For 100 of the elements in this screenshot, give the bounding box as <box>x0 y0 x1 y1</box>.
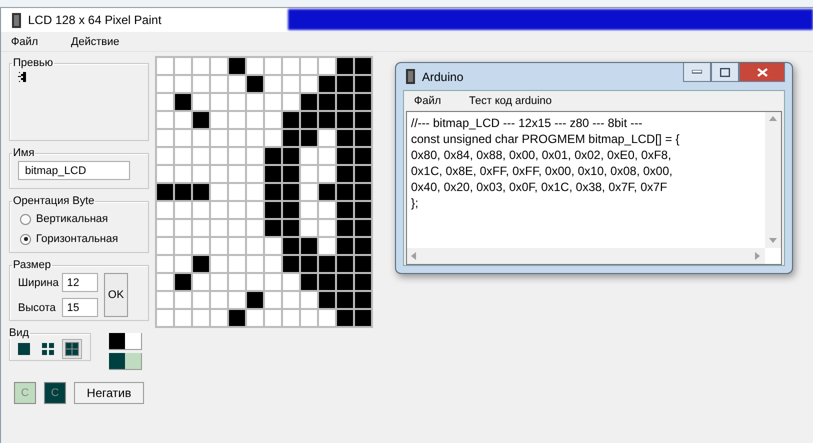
pixel-cell[interactable] <box>174 273 192 291</box>
pixel-cell[interactable] <box>228 237 246 255</box>
pixel-cell[interactable] <box>174 57 192 75</box>
pixel-cell[interactable] <box>282 309 300 327</box>
pixel-cell[interactable] <box>174 201 192 219</box>
pixel-cell[interactable] <box>264 183 282 201</box>
pixel-cell[interactable] <box>192 93 210 111</box>
pixel-cell[interactable] <box>192 237 210 255</box>
pixel-cell[interactable] <box>228 75 246 93</box>
pixel-cell[interactable] <box>174 219 192 237</box>
pixel-cell[interactable] <box>210 309 228 327</box>
pixel-cell[interactable] <box>174 255 192 273</box>
pixel-cell[interactable] <box>282 273 300 291</box>
pixel-cell[interactable] <box>156 255 174 273</box>
pixel-cell[interactable] <box>264 309 282 327</box>
pixel-cell[interactable] <box>282 57 300 75</box>
pixel-cell[interactable] <box>246 291 264 309</box>
pixel-cell[interactable] <box>246 201 264 219</box>
pixel-cell[interactable] <box>156 93 174 111</box>
pixel-cell[interactable] <box>300 147 318 165</box>
pixel-cell[interactable] <box>300 165 318 183</box>
pixel-cell[interactable] <box>300 75 318 93</box>
pixel-cell[interactable] <box>282 165 300 183</box>
pixel-cell[interactable] <box>156 291 174 309</box>
pixel-cell[interactable] <box>264 165 282 183</box>
pixel-cell[interactable] <box>282 93 300 111</box>
pixel-cell[interactable] <box>174 129 192 147</box>
pixel-cell[interactable] <box>318 273 336 291</box>
pixel-cell[interactable] <box>354 111 372 129</box>
pixel-cell[interactable] <box>246 93 264 111</box>
pixel-cell[interactable] <box>156 165 174 183</box>
pixel-cell[interactable] <box>156 237 174 255</box>
pixel-cell[interactable] <box>156 183 174 201</box>
height-field[interactable]: 15 <box>62 298 98 317</box>
pixel-cell[interactable] <box>264 291 282 309</box>
pixel-cell[interactable] <box>300 255 318 273</box>
pixel-cell[interactable] <box>282 111 300 129</box>
pixel-cell[interactable] <box>174 165 192 183</box>
pixel-cell[interactable] <box>354 201 372 219</box>
pixel-cell[interactable] <box>318 237 336 255</box>
pixel-cell[interactable] <box>354 165 372 183</box>
menu-item[interactable]: Файл <box>414 95 469 107</box>
pixel-cell[interactable] <box>300 309 318 327</box>
pixel-cell[interactable] <box>300 201 318 219</box>
pixel-cell[interactable] <box>174 291 192 309</box>
pixel-cell[interactable] <box>300 111 318 129</box>
pixel-cell[interactable] <box>354 129 372 147</box>
pixel-cell[interactable] <box>336 183 354 201</box>
pixel-cell[interactable] <box>336 129 354 147</box>
pixel-cell[interactable] <box>282 255 300 273</box>
pixel-cell[interactable] <box>264 129 282 147</box>
pixel-cell[interactable] <box>354 93 372 111</box>
pixel-cell[interactable] <box>336 147 354 165</box>
pixel-cell[interactable] <box>210 255 228 273</box>
pixel-cell[interactable] <box>264 219 282 237</box>
pixel-cell[interactable] <box>156 201 174 219</box>
code-text-area[interactable] <box>406 111 782 265</box>
pixel-cell[interactable] <box>354 147 372 165</box>
pixel-cell[interactable] <box>174 147 192 165</box>
maximize-button[interactable] <box>711 63 739 82</box>
vertical-scrollbar[interactable] <box>765 112 781 248</box>
pixel-cell[interactable] <box>300 237 318 255</box>
pixel-cell[interactable] <box>210 165 228 183</box>
pixel-cell[interactable] <box>246 147 264 165</box>
pixel-cell[interactable] <box>192 183 210 201</box>
pixel-cell[interactable] <box>174 309 192 327</box>
view-button[interactable] <box>62 338 82 358</box>
pixel-cell[interactable] <box>318 291 336 309</box>
pixel-cell[interactable] <box>174 93 192 111</box>
pixel-cell[interactable] <box>156 57 174 75</box>
pixel-cell[interactable] <box>300 183 318 201</box>
pixel-cell[interactable] <box>318 255 336 273</box>
pixel-cell[interactable] <box>228 183 246 201</box>
pixel-cell[interactable] <box>228 147 246 165</box>
pixel-cell[interactable] <box>336 75 354 93</box>
pixel-cell[interactable] <box>336 93 354 111</box>
pixel-cell[interactable] <box>246 273 264 291</box>
pixel-cell[interactable] <box>354 291 372 309</box>
pixel-cell[interactable] <box>246 219 264 237</box>
pixel-cell[interactable] <box>318 147 336 165</box>
pixel-cell[interactable] <box>282 183 300 201</box>
pixel-cell[interactable] <box>300 273 318 291</box>
pixel-cell[interactable] <box>354 309 372 327</box>
scroll-down-icon[interactable] <box>769 237 777 245</box>
pixel-cell[interactable] <box>300 291 318 309</box>
pixel-cell[interactable] <box>156 129 174 147</box>
pixel-cell[interactable] <box>174 183 192 201</box>
pixel-cell[interactable] <box>336 201 354 219</box>
scroll-right-icon[interactable] <box>754 252 762 260</box>
pixel-cell[interactable] <box>318 201 336 219</box>
pixel-cell[interactable] <box>282 129 300 147</box>
pixel-cell[interactable] <box>156 147 174 165</box>
pixel-cell[interactable] <box>246 255 264 273</box>
pixel-cell[interactable] <box>210 147 228 165</box>
scroll-up-icon[interactable] <box>769 115 777 123</box>
pixel-cell[interactable] <box>192 201 210 219</box>
scroll-left-icon[interactable] <box>410 252 418 260</box>
pixel-cell[interactable] <box>336 57 354 75</box>
pixel-cell[interactable] <box>228 255 246 273</box>
pixel-cell[interactable] <box>318 219 336 237</box>
